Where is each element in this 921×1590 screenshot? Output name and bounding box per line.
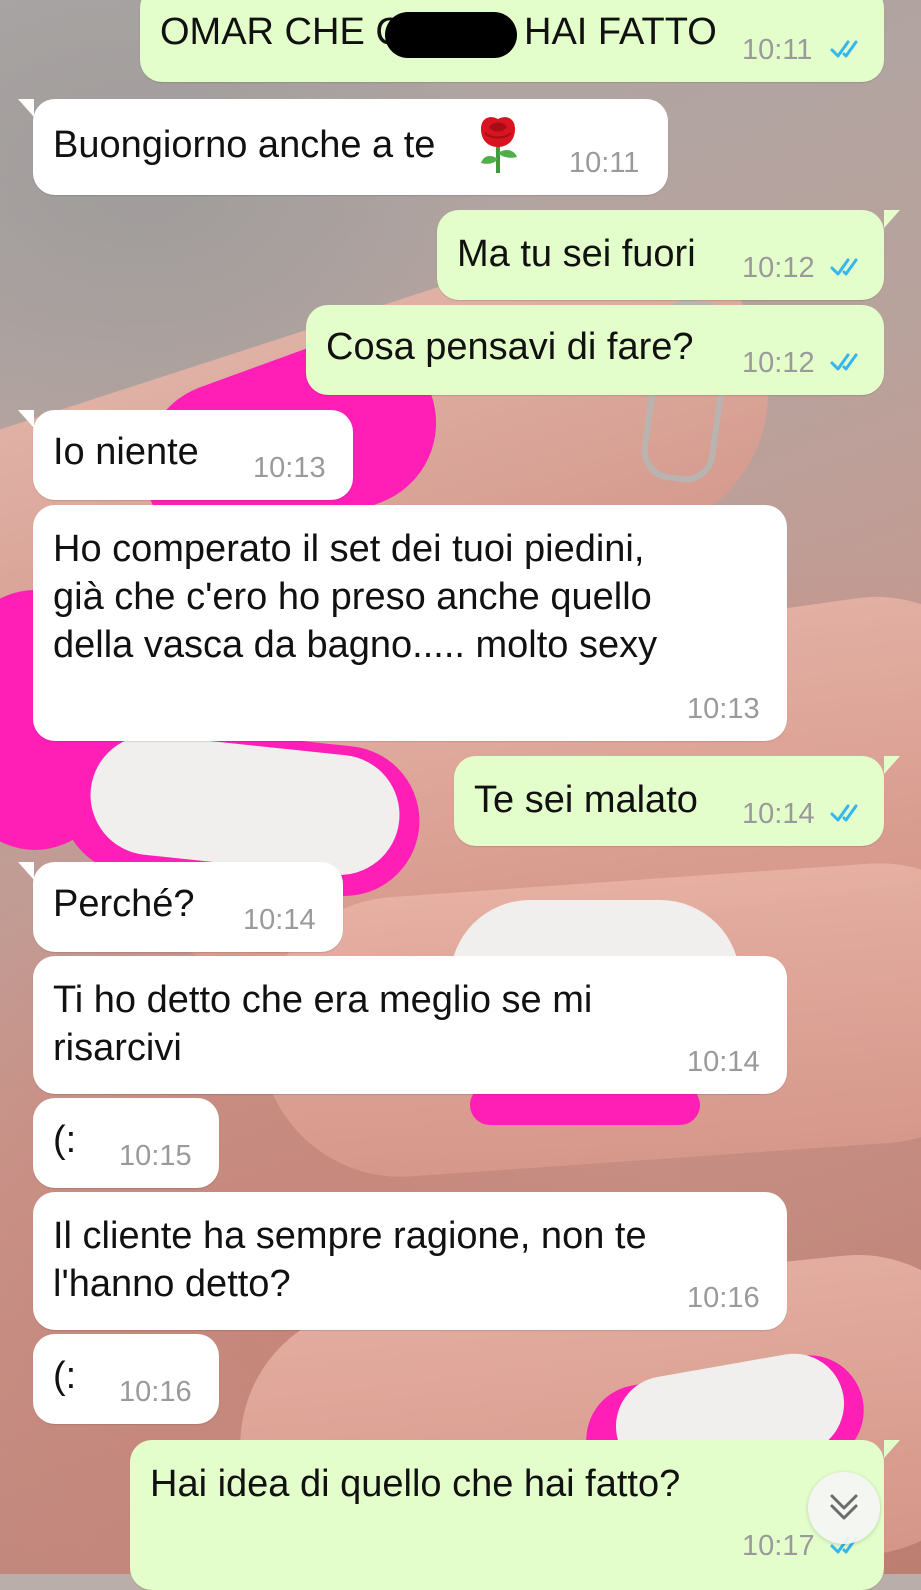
message-incoming[interactable]: Perché? 10:14 [33, 862, 343, 952]
bubble-tail [18, 99, 34, 117]
message-text: Ma tu sei fuori [457, 233, 696, 275]
message-incoming[interactable]: Io niente 10:13 [33, 410, 353, 500]
scroll-to-bottom-button[interactable] [808, 1472, 880, 1544]
message-incoming[interactable]: (: 10:15 [33, 1098, 219, 1188]
message-time: 10:15 [119, 1140, 192, 1172]
message-time: 10:12 [742, 252, 815, 284]
bubble-tail [884, 756, 900, 774]
message-outgoing[interactable]: OMAR CHE C HAI FATTO 10:11 [140, 0, 884, 82]
message-incoming[interactable]: (: 10:16 [33, 1334, 219, 1424]
double-check-icon [830, 40, 858, 58]
conversation[interactable]: OMAR CHE C HAI FATTO 10:11 Buongiorno an… [0, 0, 921, 1590]
double-check-icon [830, 353, 858, 371]
message-incoming[interactable]: Ho comperato il set dei tuoi piedini, gi… [33, 505, 787, 741]
message-incoming[interactable]: Ti ho detto che era meglio se mi risarci… [33, 956, 787, 1094]
message-time: 10:14 [243, 904, 316, 936]
message-text: Ti ho detto che era meglio se mi risarci… [53, 979, 593, 1069]
message-incoming[interactable]: Il cliente ha sempre ragione, non te l'h… [33, 1192, 787, 1330]
message-text: Io niente [53, 431, 199, 473]
bubble-tail [18, 862, 34, 880]
message-time: 10:17 [742, 1530, 815, 1562]
message-time: 10:13 [687, 693, 760, 725]
redaction-mark [385, 12, 517, 58]
message-time: 10:16 [119, 1376, 192, 1408]
message-outgoing[interactable]: Ma tu sei fuori 10:12 [437, 210, 884, 300]
message-time: 10:14 [742, 798, 815, 830]
bubble-tail [884, 1440, 900, 1458]
message-text: (: [53, 1355, 77, 1397]
message-outgoing[interactable]: Hai idea di quello che hai fatto? 10:17 [130, 1440, 884, 1590]
message-text: Perché? [53, 883, 195, 925]
message-time: 10:11 [742, 34, 813, 66]
message-outgoing[interactable]: Cosa pensavi di fare? 10:12 [306, 305, 884, 395]
message-time: 10:12 [742, 347, 815, 379]
chevron-down-double-icon [830, 1494, 858, 1520]
bubble-tail [884, 210, 900, 228]
message-text: Cosa pensavi di fare? [326, 326, 694, 368]
message-text: Te sei malato [474, 779, 698, 821]
message-text: HAI FATTO [524, 11, 717, 53]
message-text: Hai idea di quello che hai fatto? [150, 1463, 681, 1505]
message-text: Il cliente ha sempre ragione, non te l'h… [53, 1215, 647, 1305]
double-check-icon [830, 804, 858, 822]
double-check-icon [830, 258, 858, 276]
message-time: 10:14 [687, 1046, 760, 1078]
message-text: OMAR CHE C [160, 11, 403, 53]
message-text: (: [53, 1119, 77, 1161]
bubble-tail [18, 410, 34, 428]
message-time: 10:13 [253, 452, 326, 484]
message-outgoing[interactable]: Te sei malato 10:14 [454, 756, 884, 846]
message-text: Ho comperato il set dei tuoi piedini, gi… [53, 528, 658, 666]
rose-emoji-icon [481, 117, 517, 173]
message-incoming[interactable]: Buongiorno anche a te 10:11 [33, 99, 668, 195]
message-time: 10:11 [569, 147, 640, 179]
message-text: Buongiorno anche a te [53, 124, 436, 166]
message-time: 10:16 [687, 1282, 760, 1314]
